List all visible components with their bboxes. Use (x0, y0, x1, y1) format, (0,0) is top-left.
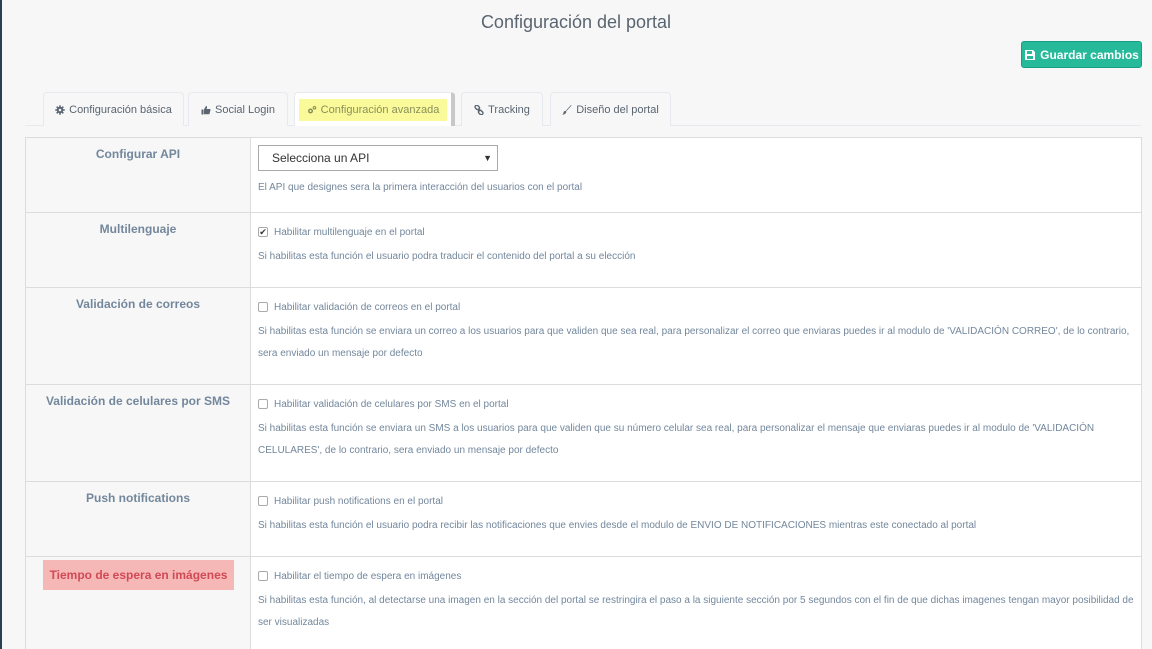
save-button[interactable]: Guardar cambios (1021, 41, 1142, 68)
setting-description: Si habilitas esta función el usuario pod… (258, 251, 636, 262)
checkbox-label: Habilitar validación de celulares por SM… (274, 398, 509, 410)
brush-icon (562, 104, 572, 115)
gear-icon (55, 104, 65, 115)
setting-label: Multilenguaje (26, 213, 251, 287)
setting-label: Validación de celulares por SMS (26, 385, 251, 481)
setting-description: El API que designes sera la primera inte… (258, 182, 583, 193)
checkbox-label: Habilitar validación de correos en el po… (274, 301, 461, 313)
setting-row-push: Push notifications Habilitar push notifi… (26, 482, 1141, 557)
tab-social-login[interactable]: Social Login (188, 92, 288, 126)
tab-basic-config-label: Configuración básica (69, 103, 172, 116)
page-title: Configuración del portal (480, 12, 672, 32)
link-icon (474, 104, 484, 115)
image-wait-checkbox[interactable] (258, 571, 268, 581)
setting-description: Si habilitas esta función se enviara un … (258, 326, 1130, 359)
setting-label: Push notifications (26, 482, 251, 556)
checkbox-label: Habilitar el tiempo de espera en imágene… (274, 570, 462, 582)
setting-row-sms: Validación de celulares por SMS Habilita… (26, 385, 1141, 482)
checkbox-label: Habilitar multilenguaje en el portal (274, 226, 425, 238)
gears-icon (307, 105, 316, 113)
email-validation-checkbox[interactable] (258, 302, 268, 312)
tab-advanced-config-label: Configuración avanzada (320, 103, 440, 116)
tab-bar: Configuración básica Social Login Config… (25, 92, 1141, 126)
setting-label: Validación de correos (26, 288, 251, 384)
checkbox-label: Habilitar push notifications en el porta… (274, 495, 443, 507)
thumbs-up-icon (201, 105, 211, 114)
save-icon (1025, 49, 1036, 60)
api-select[interactable]: Selecciona un API ▼ (258, 145, 498, 171)
chevron-down-icon: ▼ (483, 153, 492, 163)
tab-portal-design-label: Diseño del portal (576, 103, 659, 116)
setting-row-image-wait: Tiempo de espera en imágenes Habilitar e… (26, 557, 1141, 649)
api-select-value: Selecciona un API (272, 151, 370, 165)
push-notifications-checkbox[interactable] (258, 496, 268, 506)
sidebar-edge (0, 0, 2, 649)
multilang-checkbox[interactable]: ✔ (258, 227, 268, 237)
setting-description: Si habilitas esta función el usuario pod… (258, 520, 977, 531)
tab-highlight: Configuración avanzada (298, 98, 448, 121)
tab-social-login-label: Social Login (215, 103, 275, 116)
setting-label: Configurar API (26, 138, 251, 212)
sms-validation-checkbox[interactable] (258, 399, 268, 409)
save-button-label: Guardar cambios (1040, 47, 1139, 62)
tab-advanced-config[interactable]: Configuración avanzada (294, 92, 455, 126)
setting-row-api: Configurar API Selecciona un API ▼ El AP… (26, 138, 1141, 213)
tab-tracking-label: Tracking (488, 103, 530, 116)
setting-label-cell: Tiempo de espera en imágenes (26, 557, 251, 649)
setting-row-multilang: Multilenguaje ✔ Habilitar multilenguaje … (26, 213, 1141, 288)
setting-row-email: Validación de correos Habilitar validaci… (26, 288, 1141, 385)
settings-table: Configurar API Selecciona un API ▼ El AP… (25, 137, 1142, 649)
tab-portal-design[interactable]: Diseño del portal (550, 92, 671, 126)
tab-tracking[interactable]: Tracking (461, 92, 543, 126)
setting-label: Tiempo de espera en imágenes (43, 560, 234, 590)
setting-description: Si habilitas esta función, al detectarse… (258, 595, 1134, 628)
setting-description: Si habilitas esta función se enviara un … (258, 423, 1095, 456)
tab-basic-config[interactable]: Configuración básica (43, 92, 184, 126)
